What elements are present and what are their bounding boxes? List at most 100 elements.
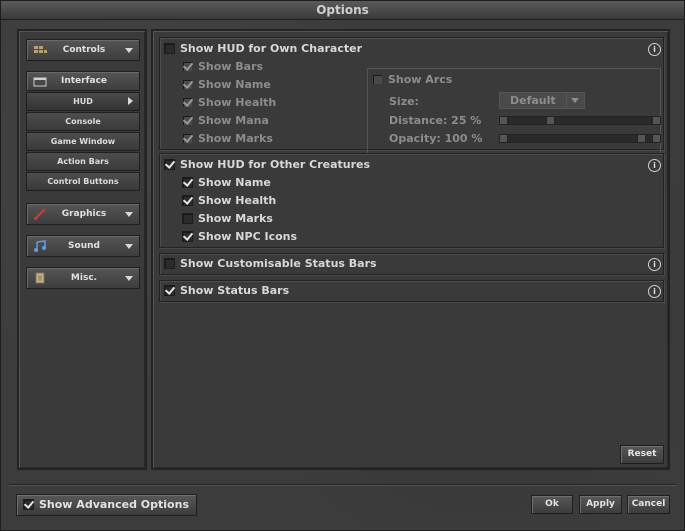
sidebar-item-console[interactable]: Console [26,112,140,131]
other-creatures-group: Show HUD for Other Creatures i Show Name… [159,153,664,248]
checkbox-box[interactable] [23,499,34,510]
checkbox-label: Show Name [198,176,271,189]
checkbox-label: Show Bars [198,60,264,73]
own-show-mana-checkbox[interactable]: Show Mana [182,114,269,128]
arrow-left-icon[interactable] [499,116,508,125]
checkbox-box[interactable] [182,115,193,126]
sidebar-item-hud[interactable]: HUD [26,92,140,111]
other-show-health-checkbox[interactable]: Show Health [182,194,276,208]
show-arcs-checkbox[interactable]: Show Arcs [372,73,452,87]
checkbox-box[interactable] [182,133,193,144]
customisable-status-bars-checkbox[interactable]: Show Customisable Status Bars [164,257,377,271]
other-show-marks-checkbox[interactable]: Show Marks [182,212,273,226]
chevron-down-icon [125,212,133,217]
sidebar-item-game-window[interactable]: Game Window [26,132,140,151]
arcs-settings-box: Show Arcs Size: Default Distance: 25 % O… [367,68,661,154]
slider-thumb[interactable] [546,116,555,125]
sidebar-item-label: Game Window [50,137,116,146]
checkbox-label: Show Marks [198,212,273,225]
category-misc-button[interactable]: Misc. [26,267,140,289]
own-show-name-checkbox[interactable]: Show Name [182,78,271,92]
options-window: Options Controls Interface HUD Console G… [0,0,685,531]
checkbox-box[interactable] [164,159,175,170]
category-label: Interface [60,76,108,86]
category-controls-button[interactable]: Controls [26,39,140,61]
checkbox-box[interactable] [164,258,175,269]
slider-thumb[interactable] [637,134,646,143]
checkbox-box[interactable] [182,195,193,206]
checkbox-box[interactable] [182,213,193,224]
sidebar-item-label: Action Bars [57,157,109,166]
category-sound-button[interactable]: Sound [26,235,140,257]
brush-icon [33,208,47,220]
hud-settings-panel: Show HUD for Own Character i Show Bars S… [151,29,670,470]
dropdown-value: Default [510,94,556,107]
sidebar-item-label: HUD [73,97,93,106]
checkbox-label: Show Health [198,194,277,207]
cancel-button[interactable]: Cancel [627,495,670,514]
checkbox-box[interactable] [372,74,383,85]
arc-distance-label: Distance: 25 % [389,114,482,127]
arc-size-dropdown[interactable]: Default [499,92,585,109]
arc-distance-slider[interactable] [499,116,661,125]
chevron-down-icon [566,93,584,108]
own-show-health-checkbox[interactable]: Show Health [182,96,276,110]
checkbox-label: Show Name [198,78,271,91]
category-graphics-button[interactable]: Graphics [26,203,140,225]
ok-button[interactable]: Ok [531,495,573,514]
checkbox-label: Show HUD for Own Character [180,42,363,55]
category-label: Controls [62,45,106,55]
info-icon[interactable]: i [648,159,661,172]
arrow-left-icon[interactable] [499,134,508,143]
checkbox-box[interactable] [164,43,175,54]
own-show-marks-checkbox[interactable]: Show Marks [182,132,273,146]
checkbox-box[interactable] [182,177,193,188]
chevron-down-icon [125,244,133,249]
info-icon[interactable]: i [648,285,661,298]
checkbox-label: Show NPC Icons [198,230,298,243]
category-label: Misc. [70,273,98,283]
category-label: Graphics [61,209,107,219]
info-icon[interactable]: i [648,258,661,271]
window-title: Options [1,1,684,20]
arc-opacity-label: Opacity: 100 % [389,132,483,145]
sidebar-item-control-buttons[interactable]: Control Buttons [26,172,140,191]
arc-opacity-slider[interactable] [499,134,661,143]
controls-icon [33,44,47,56]
category-sidebar: Controls Interface HUD Console Game Wind… [17,29,147,470]
chevron-down-icon [125,276,133,281]
reset-button[interactable]: Reset [620,445,664,464]
own-character-group: Show HUD for Own Character i Show Bars S… [159,37,664,154]
arrow-right-icon[interactable] [652,116,661,125]
checkbox-box[interactable] [182,61,193,72]
status-bars-checkbox[interactable]: Show Status Bars [164,284,289,298]
checkbox-label: Show Advanced Options [39,498,189,511]
own-show-bars-checkbox[interactable]: Show Bars [182,60,263,74]
interface-icon [33,76,47,88]
checkbox-label: Show Status Bars [180,284,290,297]
category-interface-button[interactable]: Interface [26,71,140,91]
sidebar-item-action-bars[interactable]: Action Bars [26,152,140,171]
checkbox-label: Show Mana [198,114,269,127]
other-show-npc-icons-checkbox[interactable]: Show NPC Icons [182,230,297,244]
music-note-icon [33,240,47,252]
checkbox-box[interactable] [182,231,193,242]
divider [9,484,676,485]
checkbox-label: Show Customisable Status Bars [180,257,377,270]
arc-size-label: Size: [389,95,419,108]
other-show-name-checkbox[interactable]: Show Name [182,176,271,190]
chevron-down-icon [125,48,133,53]
status-bars-group: Show Status Bars i [159,280,664,302]
category-label: Sound [68,241,100,251]
info-icon[interactable]: i [648,43,661,56]
checkbox-box[interactable] [164,285,175,296]
own-character-hud-checkbox[interactable]: Show HUD for Own Character [164,42,362,56]
checkbox-label: Show Marks [198,132,273,145]
arrow-right-icon[interactable] [652,134,661,143]
apply-button[interactable]: Apply [579,495,622,514]
show-advanced-options-toggle[interactable]: Show Advanced Options [16,494,197,516]
other-creatures-hud-checkbox[interactable]: Show HUD for Other Creatures [164,158,370,172]
checkbox-box[interactable] [182,79,193,90]
checkbox-box[interactable] [182,97,193,108]
checkbox-label: Show Arcs [388,73,453,86]
